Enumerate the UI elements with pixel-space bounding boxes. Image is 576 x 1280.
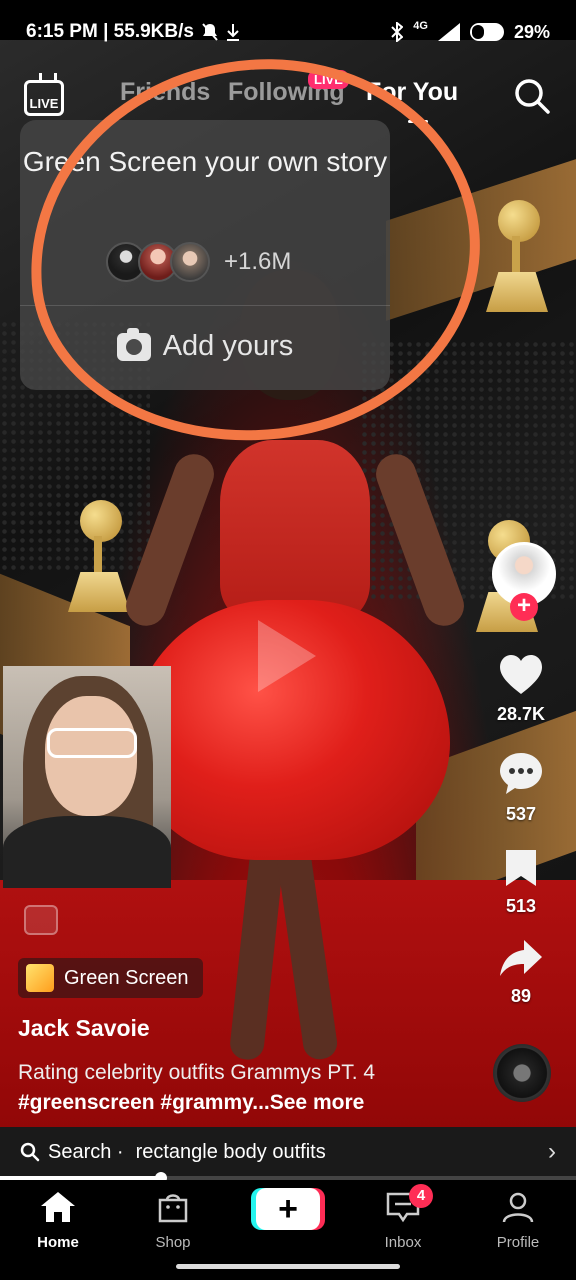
search-icon[interactable] [514, 78, 550, 114]
nav-profile-label: Profile [496, 1234, 540, 1251]
search-suggestion-bar[interactable]: Search · rectangle body outfits › [0, 1127, 576, 1177]
nav-inbox[interactable]: 4 Inbox [353, 1184, 453, 1251]
share-button[interactable]: 89 [466, 938, 576, 1007]
download-icon [226, 24, 239, 41]
author-name[interactable]: Jack Savoie [18, 1015, 150, 1042]
like-count: 28.7K [496, 704, 546, 724]
glasses [47, 728, 137, 758]
inbox-badge: 4 [409, 1184, 433, 1208]
captions-icon[interactable] [24, 905, 58, 935]
nav-inbox-label: Inbox [384, 1234, 422, 1251]
effect-chip[interactable]: Green Screen [18, 958, 203, 998]
plus-icon: + [278, 1189, 298, 1228]
battery-icon [469, 23, 504, 41]
nav-shop-label: Shop [155, 1234, 191, 1251]
nav-home[interactable]: Home [8, 1190, 108, 1251]
search-icon [20, 1142, 40, 1162]
shopping-bag-icon [158, 1194, 188, 1223]
see-more-link[interactable]: See more [270, 1091, 365, 1114]
status-time: 6:15 PM | 55.9KB/s [26, 21, 194, 42]
like-button[interactable]: 28.7K [466, 654, 576, 725]
bookmark-icon [506, 850, 536, 886]
status-bar: 6:15 PM | 55.9KB/s 4G 29% [0, 0, 576, 64]
play-icon[interactable] [258, 620, 316, 692]
gramophone-trophy [480, 200, 550, 320]
signal-icon [437, 23, 460, 41]
comment-icon [500, 753, 542, 794]
live-label: LIVE [29, 96, 59, 111]
app-screen: 6:15 PM | 55.9KB/s 4G 29% LIVE Friends F… [0, 0, 576, 1280]
home-icon [41, 1192, 75, 1222]
save-count: 513 [505, 896, 537, 916]
hashtags[interactable]: #greenscreen #grammy... [18, 1091, 270, 1114]
effect-label: Green Screen [64, 966, 189, 989]
search-prefix: Search · [48, 1140, 124, 1163]
nav-profile[interactable]: Profile [468, 1190, 568, 1251]
nav-home-label: Home [37, 1234, 79, 1251]
share-count: 89 [510, 986, 532, 1006]
save-button[interactable]: 513 [466, 848, 576, 917]
share-icon [500, 940, 542, 976]
home-indicator [176, 1264, 400, 1269]
nav-shop[interactable]: Shop [123, 1190, 223, 1251]
sound-disc-icon[interactable] [493, 1044, 551, 1102]
green-screen-effect-icon [26, 964, 54, 992]
create-button[interactable]: + [256, 1188, 320, 1230]
comment-button[interactable]: 537 [466, 750, 576, 825]
follow-button[interactable]: + [510, 593, 538, 621]
network-label: 4G [413, 19, 428, 32]
mute-icon [202, 23, 218, 41]
heart-icon [500, 655, 542, 694]
chevron-right-icon: › [548, 1138, 556, 1165]
description-text: Rating celebrity outfits Grammys PT. 4 [18, 1061, 376, 1084]
bluetooth-icon [391, 22, 404, 42]
battery-level: 29% [513, 21, 550, 42]
search-query: rectangle body outfits [135, 1140, 326, 1163]
comment-count: 537 [505, 804, 537, 824]
live-button[interactable]: LIVE [24, 80, 64, 116]
person-icon [502, 1192, 534, 1223]
video-description: Rating celebrity outfits Grammys PT. 4 #… [18, 1058, 438, 1118]
creator-pip-video [3, 666, 171, 888]
